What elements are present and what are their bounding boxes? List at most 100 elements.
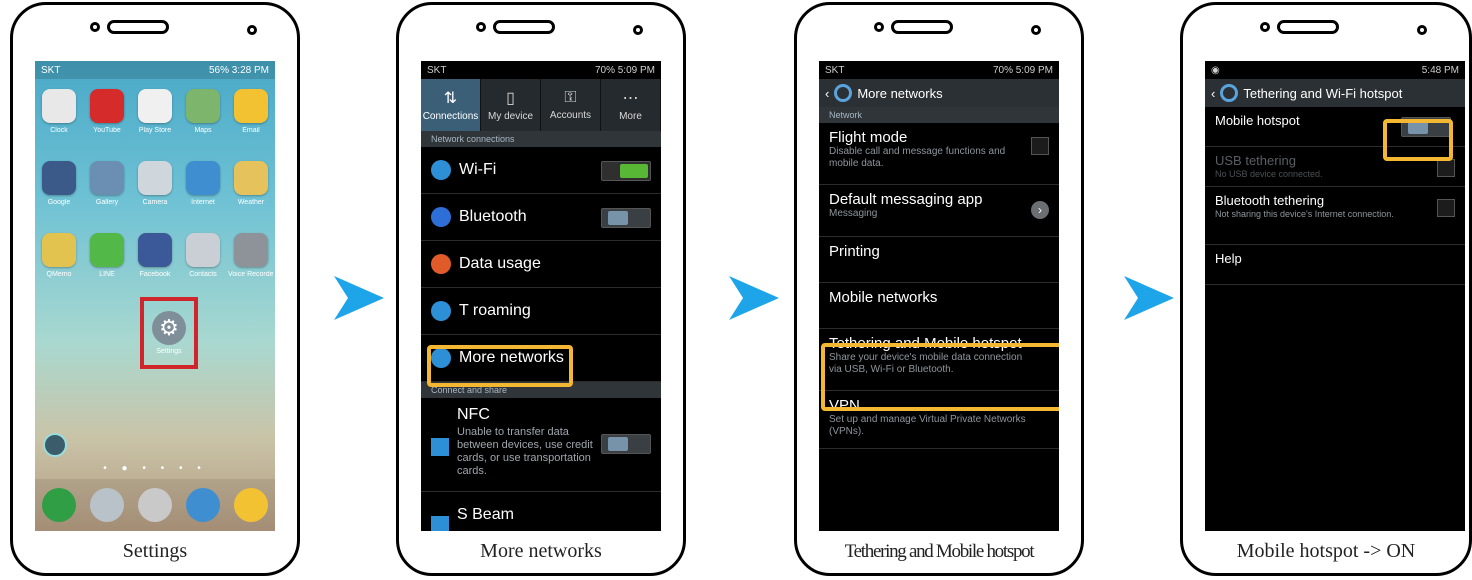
settings-row-s-beam[interactable]: S Beam xyxy=(421,492,661,531)
phone-frame-step2: SKT 70% 5:09 PM ⇅ Connections ▯ My device … xyxy=(396,2,686,576)
device-icon: ▯ xyxy=(506,90,515,107)
tethering-checkbox[interactable] xyxy=(1437,199,1455,217)
list-item-default-messaging-app[interactable]: Default messaging app Messaging › xyxy=(819,185,1059,237)
action-bar: ‹ Tethering and Wi-Fi hotspot xyxy=(1205,79,1465,107)
globe-icon xyxy=(431,301,451,321)
app-google[interactable]: Google xyxy=(35,161,83,227)
app-label: LINE xyxy=(99,271,115,278)
weather-icon xyxy=(234,161,268,195)
nfc-toggle[interactable] xyxy=(601,434,651,454)
app-qmemo[interactable]: QMemo xyxy=(35,233,83,299)
status-right: 5:48 PM xyxy=(1421,64,1459,76)
back-icon[interactable]: ‹ xyxy=(825,86,829,101)
settings-row-nfc[interactable]: NFC Unable to transfer data between devi… xyxy=(421,398,661,492)
chevron-right-icon[interactable]: › xyxy=(1031,201,1049,219)
app-label: QMemo xyxy=(46,271,72,278)
settings-row-wi-fi[interactable]: Wi-Fi xyxy=(421,147,661,194)
internet-icon[interactable] xyxy=(186,488,220,522)
app-contacts[interactable]: Contacts xyxy=(179,233,227,299)
app-grid: Clock YouTube Play Store Maps Email Google Gal… xyxy=(35,89,275,299)
gallery-icon xyxy=(90,161,124,195)
tab-more[interactable]: ⋯ More xyxy=(601,79,661,131)
app-clock[interactable]: Clock xyxy=(35,89,83,155)
step-caption: Tethering and Mobile hotspot xyxy=(844,541,1035,562)
screen-title: More networks xyxy=(857,85,943,101)
flight-mode-checkbox[interactable] xyxy=(1031,137,1049,155)
list-item-mobile-networks[interactable]: Mobile networks xyxy=(819,283,1059,329)
status-right: 70% 5:09 PM xyxy=(992,64,1053,76)
app-voice-recorder[interactable]: Voice Recorder xyxy=(227,233,275,299)
carrier-label: SKT xyxy=(825,64,845,76)
app-label: Internet xyxy=(191,199,215,206)
contacts-icon[interactable] xyxy=(90,488,124,522)
phone-frame-step1: SKT 56% 3:28 PM Clock YouTube Play Store Ma… xyxy=(10,2,300,576)
settings-app-highlight[interactable]: ⚙ Settings xyxy=(140,297,198,369)
home-screen: SKT 56% 3:28 PM Clock YouTube Play Store Ma… xyxy=(35,61,275,531)
front-camera xyxy=(1031,25,1041,35)
settings-row-label: Data usage xyxy=(459,255,541,272)
app-line[interactable]: LINE xyxy=(83,233,131,299)
app-email[interactable]: Email xyxy=(227,89,275,155)
status-bar: SKT 70% 5:09 PM xyxy=(819,61,1059,79)
app-label: Gallery xyxy=(95,199,119,206)
line-icon xyxy=(90,233,124,267)
bluetooth-icon xyxy=(431,207,451,227)
tab-label: Connections xyxy=(422,111,479,122)
app-play-store[interactable]: Play Store xyxy=(131,89,179,155)
list-item-title: Default messaging app xyxy=(829,191,983,208)
bluetooth-toggle[interactable] xyxy=(601,208,651,228)
mobile-hotspot-toggle-highlight xyxy=(1383,119,1453,161)
settings-row-t-roaming[interactable]: T roaming xyxy=(421,288,661,335)
tab-label: My device xyxy=(487,111,533,122)
step-caption: Mobile hotspot -> ON xyxy=(1236,540,1416,562)
list-item-title: Printing xyxy=(829,243,880,260)
apps-icon[interactable] xyxy=(138,488,172,522)
data-usage-icon xyxy=(431,254,451,274)
settings-gear-icon xyxy=(834,84,853,102)
app-camera[interactable]: Camera xyxy=(131,161,179,227)
connections-icon: ⇅ xyxy=(443,90,458,107)
messaging-icon[interactable] xyxy=(234,488,268,522)
settings-row-data-usage[interactable]: Data usage xyxy=(421,241,661,288)
list-item-flight-mode[interactable]: Flight mode Disable call and message func… xyxy=(819,123,1059,185)
app-weather[interactable]: Weather xyxy=(227,161,275,227)
youtube-icon xyxy=(90,89,124,123)
section-header: Network xyxy=(819,107,1059,123)
speaker-grille xyxy=(1260,20,1339,34)
app-youtube[interactable]: YouTube xyxy=(83,89,131,155)
nfc-icon xyxy=(431,438,449,456)
toggle-knob xyxy=(608,437,628,451)
tab-connections[interactable]: ⇅ Connections xyxy=(421,79,481,131)
floating-bubble-icon[interactable] xyxy=(43,433,67,457)
app-maps[interactable]: Maps xyxy=(179,89,227,155)
app-gallery[interactable]: Gallery xyxy=(83,161,131,227)
speaker-grille xyxy=(874,20,953,34)
app-label: Contacts xyxy=(189,271,217,278)
list-item-bluetooth-tethering[interactable]: Bluetooth tethering Not sharing this devi… xyxy=(1205,187,1465,245)
next-step-arrow-icon xyxy=(1124,276,1174,320)
app-label: Weather xyxy=(237,199,265,206)
front-camera xyxy=(633,25,643,35)
tab-my-device[interactable]: ▯ My device xyxy=(481,79,541,131)
carrier-label: SKT xyxy=(41,64,61,76)
list-item-subtitle: Disable call and message functions and m… xyxy=(829,146,1006,169)
back-icon[interactable]: ‹ xyxy=(1211,86,1215,101)
maps-icon xyxy=(186,89,220,123)
tab-accounts[interactable]: ⚿ Accounts xyxy=(541,79,601,131)
clock-icon xyxy=(42,89,76,123)
list-item-printing[interactable]: Printing xyxy=(819,237,1059,283)
settings-row-bluetooth[interactable]: Bluetooth xyxy=(421,194,661,241)
settings-row-label: T roaming xyxy=(459,302,531,319)
tab-label: More xyxy=(619,111,642,122)
phone-icon[interactable] xyxy=(42,488,76,522)
app-internet[interactable]: Internet xyxy=(179,161,227,227)
settings-app-label: Settings xyxy=(156,348,182,355)
wi-fi-toggle[interactable] xyxy=(601,161,651,181)
next-step-arrow-icon xyxy=(729,276,779,320)
status-bar: SKT 70% 5:09 PM xyxy=(421,61,661,79)
settings-row-label: Bluetooth xyxy=(459,208,527,225)
app-label: YouTube xyxy=(93,127,121,134)
app-label: Camera xyxy=(142,199,168,206)
list-item-help[interactable]: Help xyxy=(1205,245,1465,285)
app-facebook[interactable]: Facebook xyxy=(131,233,179,299)
